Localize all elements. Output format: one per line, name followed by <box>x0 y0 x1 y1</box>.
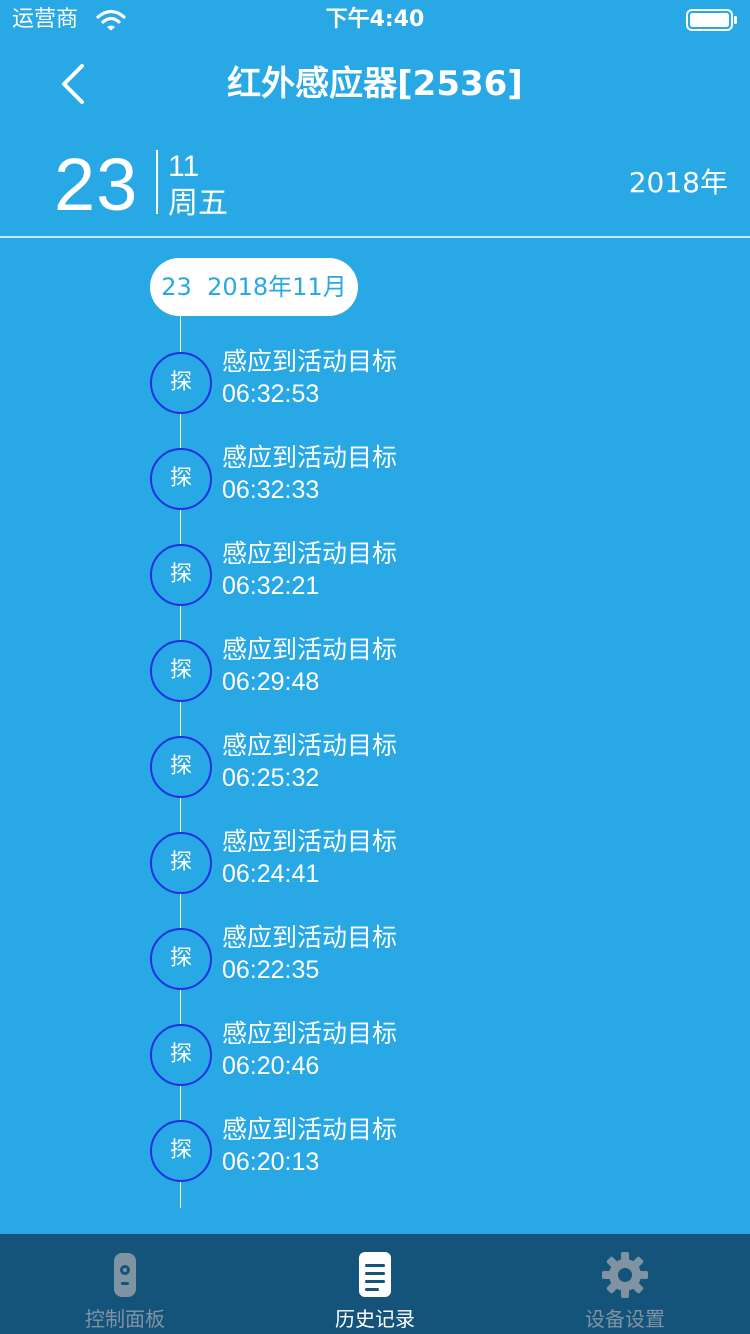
event-title: 感应到活动目标 <box>222 539 398 568</box>
event-badge: 探 <box>150 736 212 798</box>
event-time: 06:25:32 <box>222 764 320 792</box>
date-header: 23 11 周五 2018年 <box>0 140 750 236</box>
event-title: 感应到活动目标 <box>222 1115 398 1144</box>
timeline-date-pill: 23 2018年11月 <box>150 258 358 316</box>
event-time: 06:24:41 <box>222 860 320 888</box>
event-badge: 探 <box>150 1024 212 1086</box>
event-title: 感应到活动目标 <box>222 731 398 760</box>
event-title: 感应到活动目标 <box>222 827 398 856</box>
battery-icon <box>686 9 737 31</box>
timeline-event[interactable]: 探 感应到活动目标 06:32:21 <box>150 539 650 624</box>
event-time: 06:20:46 <box>222 1052 320 1080</box>
tab-label: 控制面板 <box>85 1307 165 1331</box>
timeline-event[interactable]: 探 感应到活动目标 06:20:46 <box>150 1019 650 1104</box>
timeline-event[interactable]: 探 感应到活动目标 06:32:33 <box>150 443 650 528</box>
tab-device-settings[interactable]: 设备设置 <box>500 1234 750 1334</box>
event-time: 06:22:35 <box>222 956 320 984</box>
event-time: 06:32:33 <box>222 476 320 504</box>
event-title: 感应到活动目标 <box>222 923 398 952</box>
timeline-event[interactable]: 探 感应到活动目标 06:24:41 <box>150 827 650 912</box>
event-time: 06:32:21 <box>222 572 320 600</box>
timeline-event[interactable]: 探 感应到活动目标 06:20:13 <box>150 1115 650 1200</box>
tab-label: 设备设置 <box>585 1307 665 1331</box>
tab-control-panel[interactable]: 控制面板 <box>0 1234 250 1334</box>
date-divider <box>156 150 158 214</box>
status-bar: 运营商 下午4:40 <box>0 0 750 40</box>
event-time: 06:20:13 <box>222 1148 320 1176</box>
event-badge: 探 <box>150 832 212 894</box>
nav-bar: 红外感应器[2536] <box>0 40 750 128</box>
weekday-label: 周五 <box>168 186 228 221</box>
event-badge: 探 <box>150 544 212 606</box>
timeline-event[interactable]: 探 感应到活动目标 06:22:35 <box>150 923 650 1008</box>
event-title: 感应到活动目标 <box>222 443 398 472</box>
remote-control-icon <box>114 1253 136 1297</box>
event-title: 感应到活动目标 <box>222 635 398 664</box>
day-number: 23 <box>54 143 139 226</box>
event-badge: 探 <box>150 640 212 702</box>
timeline-event[interactable]: 探 感应到活动目标 06:32:53 <box>150 347 650 432</box>
tab-label: 历史记录 <box>335 1307 415 1331</box>
page-title: 红外感应器[2536] <box>227 64 523 104</box>
timeline[interactable]: 23 2018年11月 探 感应到活动目标 06:32:53 探 感应到活动目标… <box>0 238 750 1234</box>
event-badge: 探 <box>150 448 212 510</box>
tab-history[interactable]: 历史记录 <box>250 1234 500 1334</box>
event-badge: 探 <box>150 352 212 414</box>
event-time: 06:29:48 <box>222 668 320 696</box>
event-badge: 探 <box>150 928 212 990</box>
event-badge: 探 <box>150 1120 212 1182</box>
event-title: 感应到活动目标 <box>222 1019 398 1048</box>
year-label: 2018年 <box>628 166 728 199</box>
gear-icon <box>602 1252 648 1298</box>
event-title: 感应到活动目标 <box>222 347 398 376</box>
status-time: 下午4:40 <box>325 7 425 32</box>
document-list-icon <box>359 1252 391 1297</box>
timeline-event[interactable]: 探 感应到活动目标 06:25:32 <box>150 731 650 816</box>
month-number: 11 <box>168 150 200 183</box>
tab-bar: 控制面板 历史记录 设备设置 <box>0 1234 750 1334</box>
event-time: 06:32:53 <box>222 380 320 408</box>
timeline-event[interactable]: 探 感应到活动目标 06:29:48 <box>150 635 650 720</box>
